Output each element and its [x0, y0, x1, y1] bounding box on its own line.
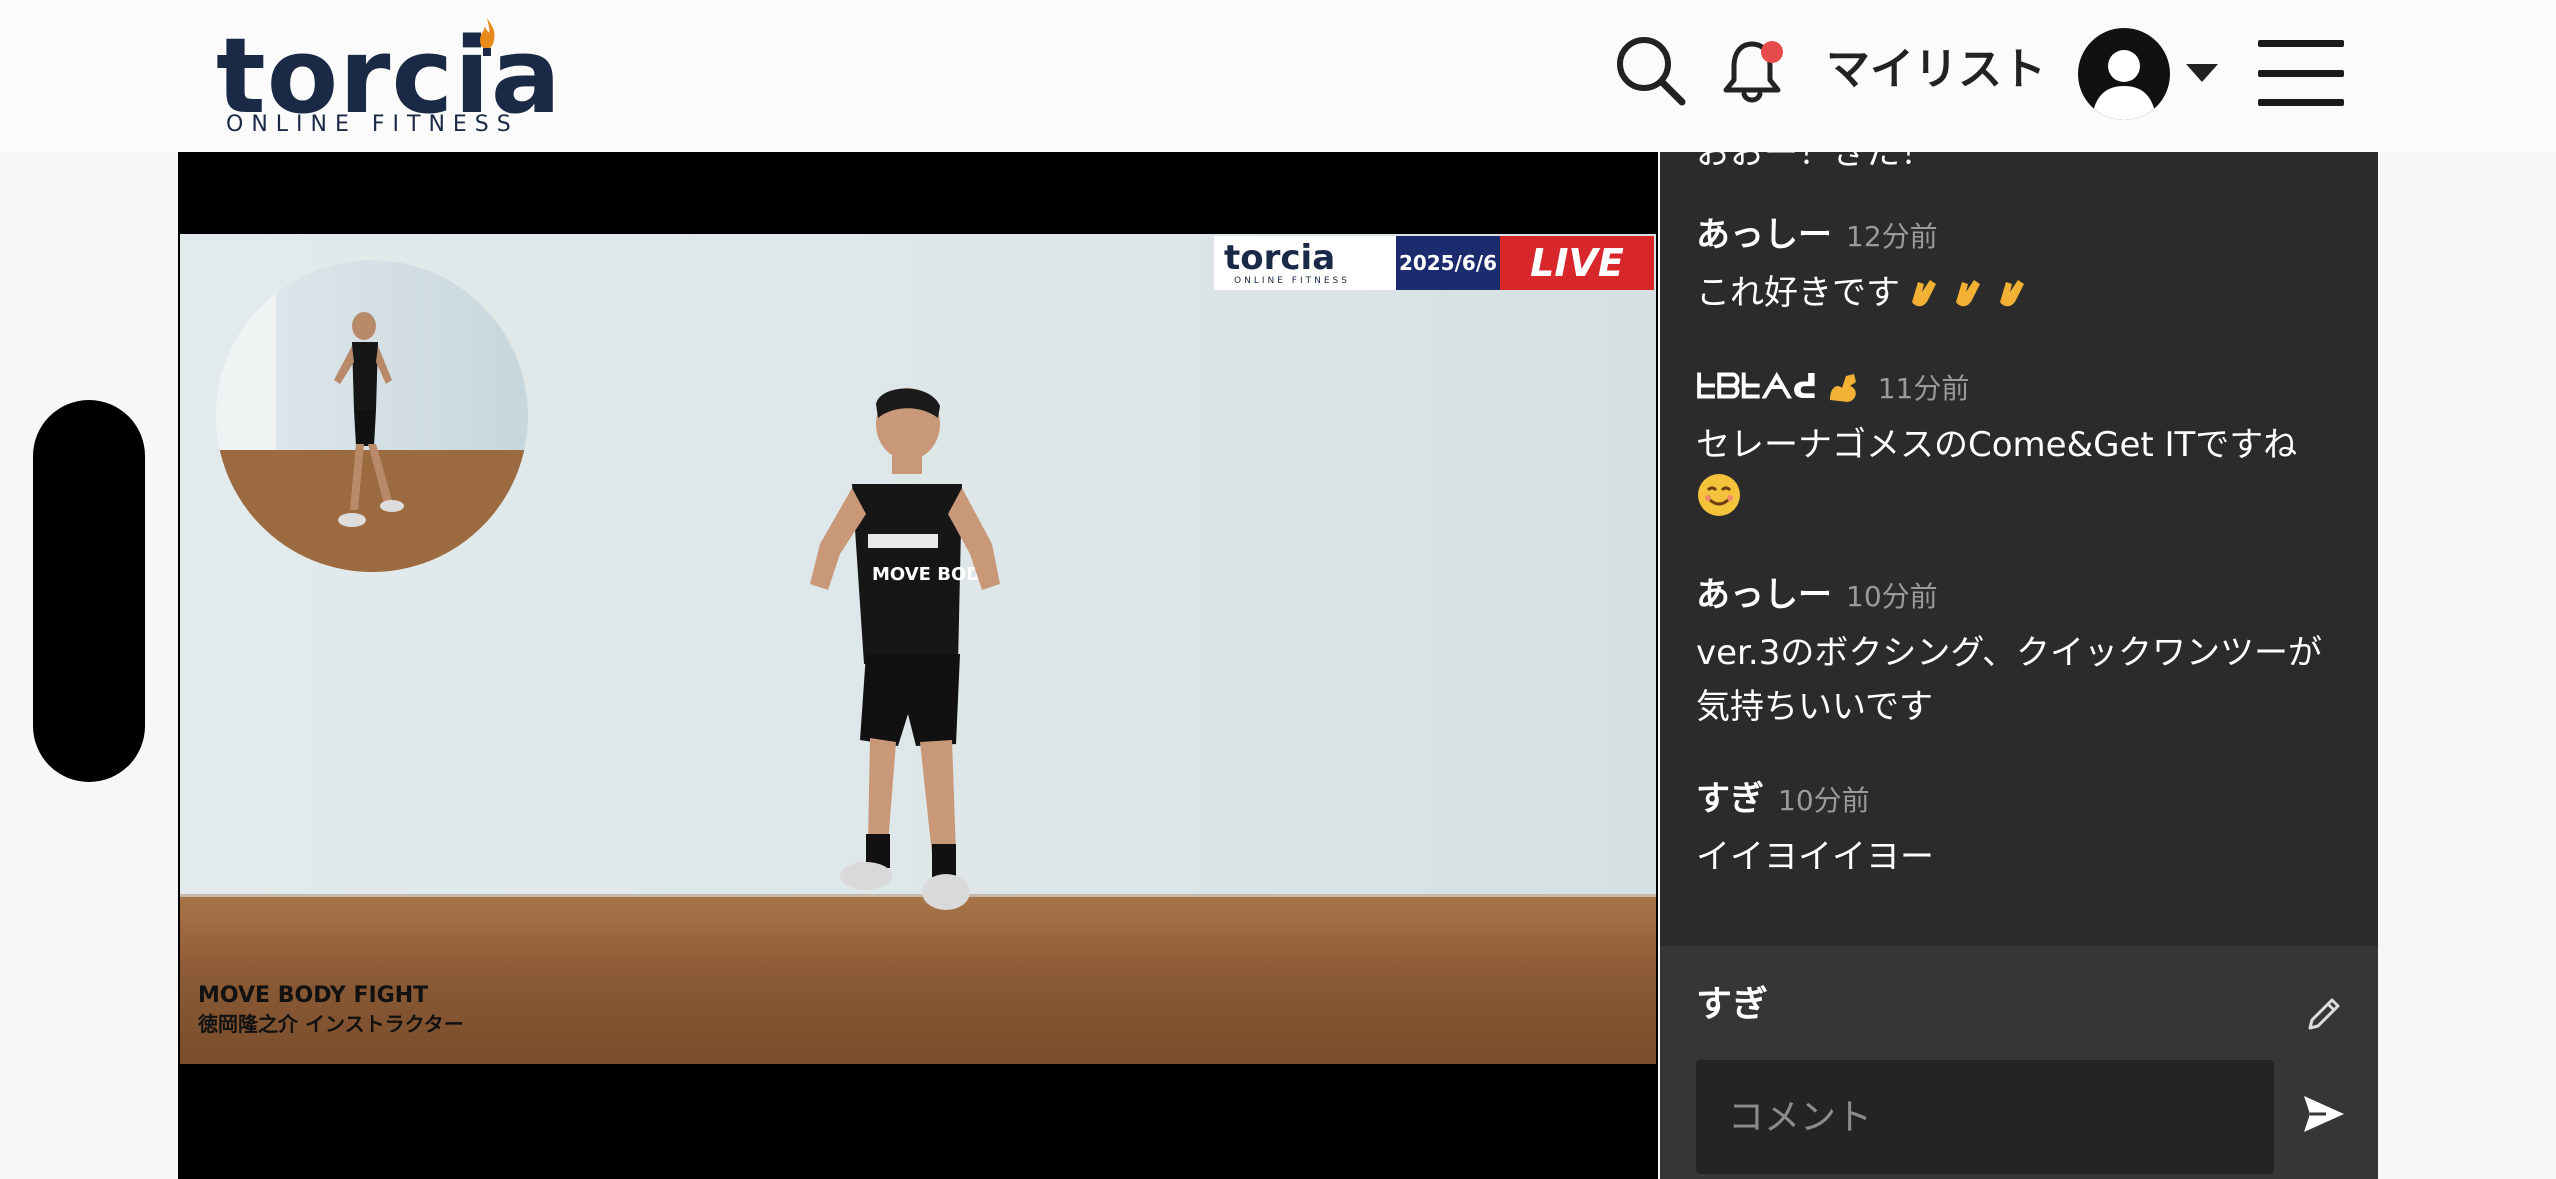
chat-timestamp: 12分前 [1846, 220, 1938, 253]
chat-message-list[interactable]: おおー！きた！ あっしー 12分前 これ好きです ᖶᗷᖶᗅᕍ 11分前 セレーナゴメ… [1660, 152, 2378, 946]
comment-field[interactable] [1696, 1060, 2274, 1174]
search-icon[interactable] [1612, 32, 1688, 108]
send-icon[interactable] [2300, 1090, 2348, 1138]
program-title: MOVE BODY FIGHT [198, 983, 429, 1008]
bell-icon[interactable] [1718, 32, 1794, 108]
composer-username: すぎ [1696, 984, 1769, 1025]
chat-message: あっしー 12分前 これ好きです [1696, 210, 2346, 320]
mylist-link[interactable]: マイリスト [1826, 40, 2046, 100]
badge-live-label: LIVE [1500, 236, 1654, 290]
chat-text: ver.3のボクシング、クイックワンツーが気持ちいいです [1696, 633, 2322, 727]
pip-instructor-figure [334, 312, 404, 527]
chat-username: あっしー [1696, 215, 1832, 255]
torcia-logo[interactable]: torcia ONLINE FITNESS [216, 16, 576, 140]
smiling-face-icon [1698, 474, 1740, 516]
chat-username: すぎ [1696, 779, 1764, 819]
video-player[interactable]: MOVE BODY torcia ONLINE FITNESS 2025/6/6… [178, 152, 1658, 1179]
chat-timestamp: 10分前 [1846, 580, 1938, 613]
picture-in-picture-view [216, 260, 528, 572]
chat-message: ᖶᗷᖶᗅᕍ 11分前 セレーナゴメスのCome&Get ITですね [1696, 362, 2346, 522]
video-caption: MOVE BODY FIGHT 徳岡隆之介 インストラクター [198, 982, 464, 1038]
chat-message: あっしー 10分前 ver.3のボクシング、クイックワンツーが気持ちいいです [1696, 570, 2346, 734]
comment-composer: すぎ [1660, 946, 2378, 1179]
clapping-hands-icon [2000, 280, 2024, 307]
live-chat-panel: おおー！きた！ あっしー 12分前 これ好きです ᖶᗷᖶᗅᕍ 11分前 セレーナゴメ… [1660, 152, 2378, 1179]
device-side-pill [33, 400, 145, 782]
torch-flame-icon [480, 18, 495, 56]
chat-timestamp: 11分前 [1877, 372, 1970, 405]
flexed-biceps-icon [1829, 374, 1856, 402]
notification-dot [1761, 41, 1783, 63]
instructor-figure: MOVE BODY [810, 388, 1000, 910]
chat-text: これ好きです [1696, 273, 1900, 313]
clapping-hands-icon [1956, 280, 1980, 307]
pencil-icon[interactable] [2304, 994, 2344, 1034]
user-avatar[interactable] [2078, 28, 2170, 120]
page-margin [2378, 152, 2556, 1179]
site-header: torcia ONLINE FITNESS マイリスト [0, 0, 2556, 152]
logo-tagline: ONLINE FITNESS [226, 112, 519, 137]
chat-message: おおー！きた！ [1696, 152, 1934, 173]
instructor-name: 徳岡隆之介 インストラクター [198, 1012, 464, 1036]
chat-text: セレーナゴメスのCome&Get ITですね [1696, 425, 2298, 465]
hamburger-menu-icon[interactable] [2258, 40, 2344, 106]
clapping-hands-icon [1912, 280, 1936, 307]
video-frame: MOVE BODY torcia ONLINE FITNESS 2025/6/6… [180, 234, 1656, 1064]
comment-input[interactable] [1696, 1060, 2274, 1174]
chat-username: あっしー [1696, 575, 1832, 615]
chat-message: すぎ 10分前 イイヨイイヨー [1696, 774, 2346, 884]
user-silhouette-icon [2092, 50, 2156, 120]
badge-date: 2025/6/6 [1396, 236, 1500, 290]
chevron-down-icon[interactable] [2186, 64, 2218, 82]
chat-timestamp: 10分前 [1778, 784, 1870, 817]
chat-username: ᖶᗷᖶᗅᕍ [1696, 367, 1818, 407]
badge-logo: torcia ONLINE FITNESS [1214, 236, 1396, 290]
chat-text: イイヨイイヨー [1696, 837, 1934, 877]
live-badge: torcia ONLINE FITNESS 2025/6/6 LIVE [1214, 236, 1654, 290]
